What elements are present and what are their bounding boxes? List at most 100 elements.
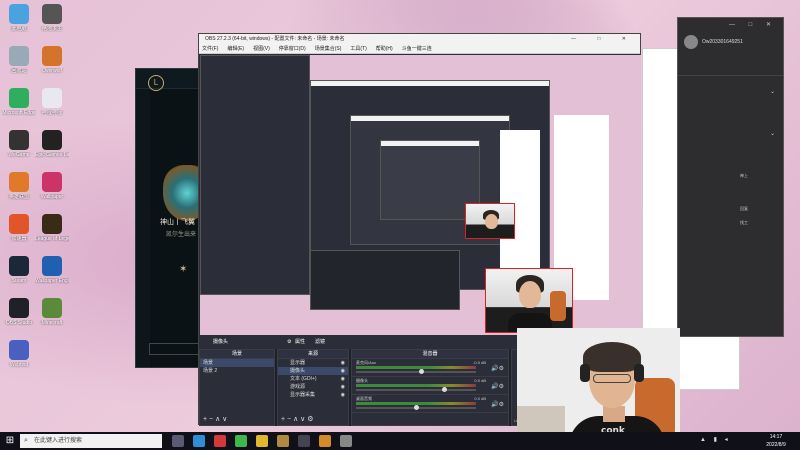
- windows-start-icon[interactable]: ⊞: [4, 435, 16, 447]
- desktop-icon[interactable]: Overwolf: [35, 46, 69, 74]
- gear-icon[interactable]: ⚙: [287, 336, 291, 349]
- taskbar-task-view-icon[interactable]: [172, 435, 184, 447]
- menu-item[interactable]: 视图(V): [253, 46, 270, 52]
- obs-preview-canvas[interactable]: 头条平台开播成功: [200, 55, 641, 335]
- speaker-icon[interactable]: 🔊⚙: [491, 383, 504, 390]
- desktop-icon[interactable]: League of Legends: [35, 214, 69, 242]
- desktop-icon-label: Steam: [11, 278, 27, 284]
- taskbar-netease-music-icon[interactable]: [214, 435, 226, 447]
- filters-button[interactable]: 滤镜: [315, 336, 325, 349]
- desktop-icon[interactable]: WeGame: [2, 130, 36, 158]
- desktop-icon-label: Webfind: [9, 362, 29, 368]
- scenes-header: 场景: [200, 350, 274, 359]
- taskbar-search-input[interactable]: ⌕ 在此键入进行搜索: [20, 434, 162, 448]
- sources-footer-buttons[interactable]: + − ∧ ∨ ⚙: [278, 415, 348, 425]
- obs-window-controls[interactable]: — □ ✕: [571, 34, 636, 45]
- desktop-icon[interactable]: Wallpaper: [35, 172, 69, 200]
- desktop-icon[interactable]: 英雄联盟: [2, 172, 36, 200]
- chevron-down-icon[interactable]: ⌄: [770, 88, 775, 95]
- desktop-icon[interactable]: 此电脑: [2, 4, 36, 32]
- taskbar-edge-icon[interactable]: [193, 435, 205, 447]
- speaker-icon[interactable]: 🔊⚙: [491, 365, 504, 372]
- mixer-db-value: 0.0 dB: [474, 396, 486, 401]
- mixer-db-value: 0.0 dB: [474, 378, 486, 383]
- desktop-icon[interactable]: 绝地求生: [35, 4, 69, 32]
- desktop-icon-label: Wallpaper: [40, 194, 64, 200]
- chat-window-controls[interactable]: — □ ✕: [729, 21, 777, 28]
- menu-item[interactable]: 工具(T): [350, 46, 366, 52]
- desktop-icon[interactable]: 加速器: [2, 214, 36, 242]
- properties-button[interactable]: 属性: [295, 336, 305, 349]
- desktop-icon[interactable]: Microsoft Edge: [2, 88, 36, 116]
- scene-item[interactable]: 场景: [200, 359, 274, 367]
- app-icon: [9, 172, 29, 192]
- app-icon: [42, 256, 62, 276]
- app-icon: [9, 298, 29, 318]
- volume-slider-handle[interactable]: [442, 387, 448, 392]
- obs-menubar: 文件(F) 编辑(E) 视图(V) 停靠窗口(D) 场景集合(S) 工具(T) 帮助(H) 斗…: [199, 45, 640, 54]
- menu-item[interactable]: 文件(F): [202, 46, 218, 52]
- source-item[interactable]: 游戏源 ◉: [278, 383, 348, 391]
- search-icon: ⌕: [24, 437, 28, 444]
- headphone-left: [580, 364, 590, 382]
- mixer-dock: 混音器 麦克风/Aux -0.0 dB 🔊⚙ 摄像头 0.0 dB 🔊⚙ 桌面音频 0.0 d…: [351, 349, 509, 426]
- taskbar-league-icon[interactable]: [277, 435, 289, 447]
- app-icon: [42, 298, 62, 318]
- chevron-down-icon[interactable]: ⌄: [770, 130, 775, 137]
- taskbar-player-icon[interactable]: [319, 435, 331, 447]
- taskbar-clock[interactable]: 14:17 2022/8/9: [756, 433, 796, 449]
- gear-icon[interactable]: ⚙: [307, 416, 313, 423]
- desktop-icon[interactable]: Webfind: [2, 340, 36, 368]
- taskbar-chrome-icon[interactable]: [256, 435, 268, 447]
- chat-window[interactable]: Ow203301649251 — □ ✕ ⌄ ⌄ 神上 回复 找工: [677, 17, 784, 337]
- volume-slider-handle[interactable]: [419, 369, 425, 374]
- desktop-icon[interactable]: Steam: [2, 256, 36, 284]
- eye-icon[interactable]: ◉: [341, 383, 345, 391]
- source-label: 显示器采集: [290, 392, 316, 398]
- volume-slider[interactable]: [356, 387, 476, 392]
- taskbar-obs-icon[interactable]: [298, 435, 310, 447]
- app-icon: [9, 256, 29, 276]
- desktop-icon-label: 加速器: [11, 236, 27, 242]
- scene-item[interactable]: 场景 2: [200, 367, 274, 375]
- eye-icon[interactable]: ◉: [341, 359, 345, 367]
- scenes-footer-buttons[interactable]: + − ∧ ∨: [200, 415, 274, 425]
- desktop-icon-label: Wallpaper Engine: [35, 278, 69, 284]
- system-tray[interactable]: ▲ ▮ ◂: [700, 436, 731, 443]
- menu-item[interactable]: 编辑(E): [227, 46, 244, 52]
- obs-titlebar: OBS 27.2.3 (64-bit, windows) - 配置文件: 未命名…: [199, 34, 640, 45]
- eye-icon[interactable]: ◉: [341, 367, 345, 375]
- source-item[interactable]: 显示器 ◉: [278, 359, 348, 367]
- eye-icon[interactable]: ◉: [341, 391, 345, 399]
- audio-meter: [356, 384, 476, 387]
- speaker-icon[interactable]: 🔊⚙: [491, 401, 504, 408]
- search-placeholder: 在此键入进行搜索: [34, 438, 83, 444]
- source-item[interactable]: 文本 (GDI+) ◉: [278, 375, 348, 383]
- webcam-source-selected[interactable]: [485, 268, 573, 333]
- desktop-icon[interactable]: 哔哩哔哩: [35, 88, 69, 116]
- desktop-icon[interactable]: Minecraft: [35, 298, 69, 326]
- chat-header: Ow203301649251 — □ ✕: [678, 18, 783, 76]
- desktop-icon[interactable]: OBS Studio: [2, 298, 36, 326]
- menu-item[interactable]: 斗鱼一键三连: [402, 46, 432, 52]
- audio-meter: [356, 366, 476, 369]
- eye-icon[interactable]: ◉: [341, 375, 345, 383]
- volume-slider[interactable]: [356, 369, 476, 374]
- volume-slider-handle[interactable]: [413, 405, 419, 410]
- avatar[interactable]: [684, 35, 698, 49]
- nested-webcam-face: [485, 214, 498, 229]
- menu-item[interactable]: 场景集合(S): [315, 46, 342, 52]
- desktop-icon[interactable]: 回收站: [2, 46, 36, 74]
- league-sidebar: [136, 89, 150, 367]
- source-item[interactable]: 显示器采集 ◉: [278, 391, 348, 399]
- taskbar-wechat-icon[interactable]: [235, 435, 247, 447]
- taskbar-settings-icon[interactable]: [340, 435, 352, 447]
- volume-slider[interactable]: [356, 405, 476, 410]
- desktop-icon-label: Epic Games Launcher: [35, 152, 69, 158]
- desktop-icon[interactable]: Epic Games Launcher: [35, 130, 69, 158]
- source-item[interactable]: 摄像头 ◉: [278, 367, 348, 375]
- app-icon: [9, 4, 29, 24]
- desktop-icon[interactable]: Wallpaper Engine: [35, 256, 69, 284]
- menu-item[interactable]: 停靠窗口(D): [279, 46, 306, 52]
- menu-item[interactable]: 帮助(H): [376, 46, 393, 52]
